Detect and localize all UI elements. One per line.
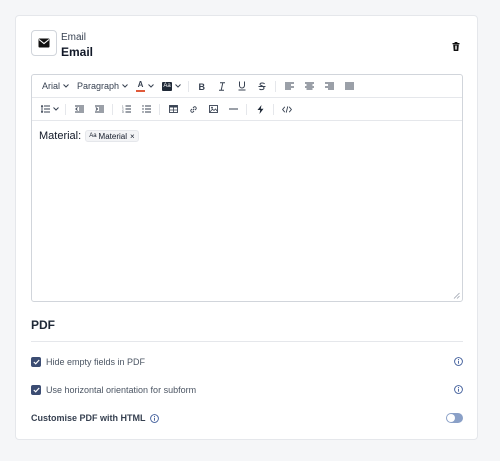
align-justify-icon[interactable] [339, 77, 359, 95]
table-icon[interactable] [163, 100, 183, 118]
horizontal-orientation-label: Use horizontal orientation for subform [46, 385, 197, 395]
hide-empty-fields-label: Hide empty fields in PDF [46, 357, 146, 367]
pdf-section-title: PDF [31, 318, 55, 332]
horizontal-orientation-checkbox[interactable] [31, 385, 41, 395]
link-icon[interactable] [183, 100, 203, 118]
editor-content[interactable]: Material: Aa Material × [39, 130, 139, 142]
toolbar-divider [246, 103, 247, 115]
email-header: Email Email [31, 30, 463, 62]
font-family-select[interactable]: Arial [38, 77, 73, 95]
align-left-icon[interactable] [279, 77, 299, 95]
customise-pdf-html-row: Customise PDF with HTML [31, 411, 463, 425]
highlight-color-button[interactable]: Aa [158, 77, 185, 95]
bold-icon[interactable]: B [192, 77, 212, 95]
chevron-down-icon [148, 84, 154, 88]
italic-icon[interactable] [212, 77, 232, 95]
rich-text-editor: Arial Paragraph A Aa B 1 2 3 Material: A… [31, 74, 463, 302]
toolbar-divider [65, 103, 66, 115]
text-color-button[interactable]: A [132, 77, 158, 95]
numbered-list-icon[interactable]: 123 [116, 100, 136, 118]
toolbar-divider [188, 80, 190, 92]
chevron-down-icon [53, 107, 59, 111]
bullet-list-icon[interactable] [136, 100, 156, 118]
lightning-icon[interactable] [250, 100, 270, 118]
hide-empty-fields-checkbox[interactable] [31, 357, 41, 367]
highlight-color-icon: Aa [162, 81, 173, 91]
toolbar-row-1: Arial Paragraph A Aa B [32, 75, 462, 98]
email-settings-card: Email Email Arial Paragraph A Aa B 1 2 3… [15, 15, 478, 440]
resize-handle-icon[interactable] [453, 292, 460, 299]
envelope-icon [31, 30, 57, 56]
content-text: Material: [39, 130, 82, 142]
source-code-icon[interactable] [277, 100, 297, 118]
email-type-label: Email [61, 32, 87, 43]
toolbar-row-2: 123 [32, 98, 462, 121]
field-tag-chip[interactable]: Aa Material × [85, 130, 139, 142]
align-right-icon[interactable] [319, 77, 339, 95]
trash-icon[interactable] [449, 39, 463, 53]
field-type-icon: Aa [89, 133, 97, 139]
customise-pdf-html-label: Customise PDF with HTML [31, 413, 146, 423]
line-height-button[interactable] [38, 100, 62, 118]
line-height-icon [41, 105, 50, 113]
section-divider [31, 341, 463, 342]
horizontal-rule-icon[interactable] [223, 100, 243, 118]
chevron-down-icon [175, 84, 181, 88]
image-icon[interactable] [203, 100, 223, 118]
toolbar-divider [112, 103, 113, 115]
chevron-down-icon [122, 84, 128, 88]
toolbar-divider [159, 103, 160, 115]
align-center-icon[interactable] [299, 77, 319, 95]
email-title: Email [61, 45, 94, 59]
info-icon[interactable] [454, 385, 463, 394]
toggle-knob [447, 414, 455, 422]
remove-tag-icon[interactable]: × [130, 132, 135, 141]
svg-text:3: 3 [122, 110, 124, 113]
info-icon[interactable] [454, 357, 463, 366]
toolbar-divider [275, 80, 277, 92]
indent-icon[interactable] [89, 100, 109, 118]
underline-icon[interactable] [232, 77, 252, 95]
svg-text:B: B [199, 82, 206, 91]
info-icon[interactable] [149, 413, 159, 423]
field-tag-label: Material [98, 131, 127, 141]
block-format-value: Paragraph [77, 81, 120, 91]
horizontal-orientation-option: Use horizontal orientation for subform [31, 383, 463, 397]
block-format-select[interactable]: Paragraph [73, 77, 132, 95]
outdent-icon[interactable] [69, 100, 89, 118]
font-family-value: Arial [42, 81, 61, 91]
hide-empty-fields-option: Hide empty fields in PDF [31, 355, 463, 369]
toolbar-divider [273, 103, 274, 115]
text-color-icon: A [136, 80, 146, 92]
customise-pdf-html-toggle[interactable] [446, 413, 463, 423]
chevron-down-icon [63, 84, 69, 88]
strikethrough-icon[interactable] [252, 77, 272, 95]
